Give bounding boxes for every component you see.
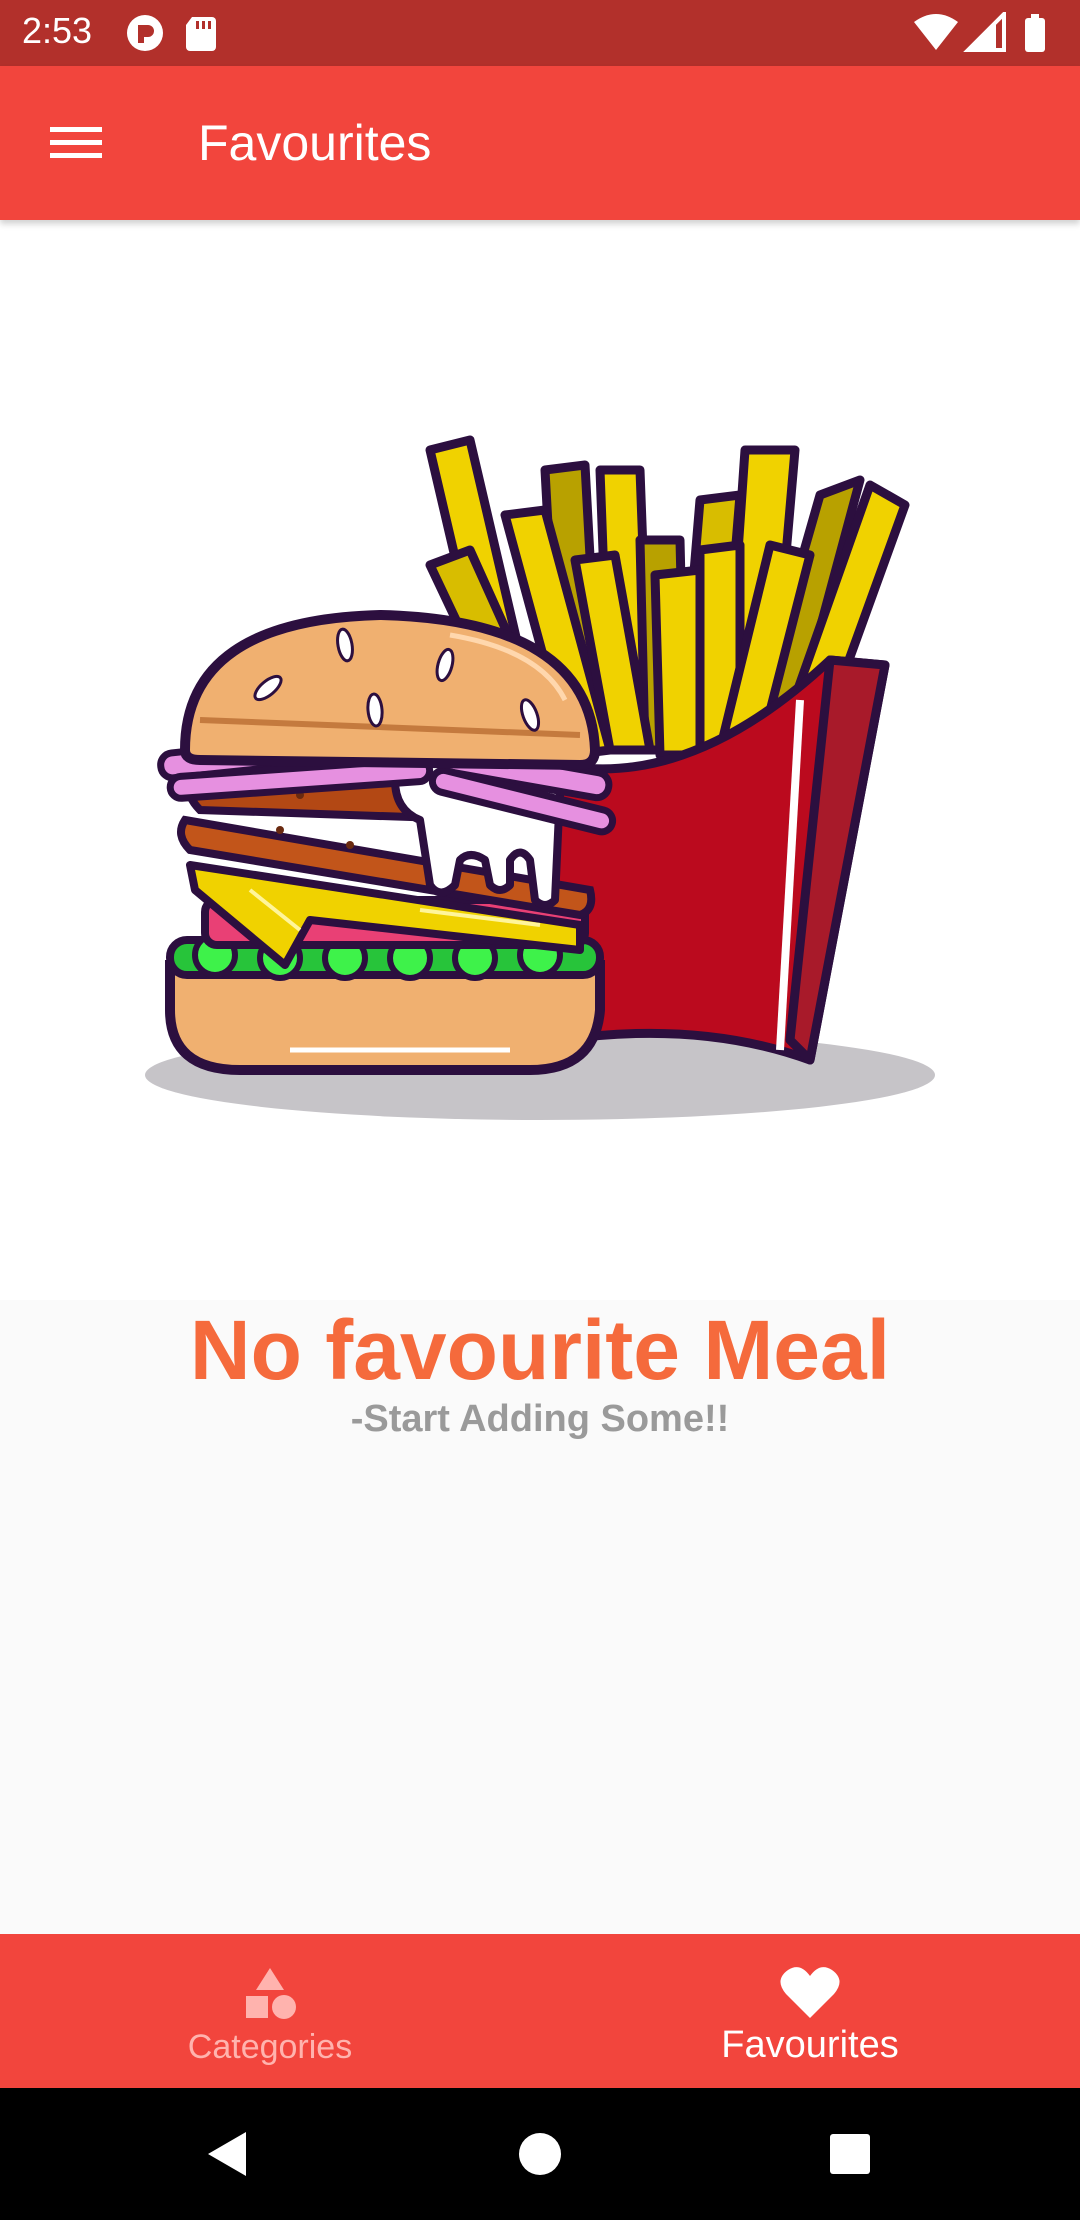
back-icon[interactable]	[204, 2130, 250, 2178]
heart-icon	[780, 1967, 840, 2018]
recents-icon[interactable]	[828, 2130, 872, 2178]
page-title: Favourites	[198, 115, 432, 171]
nav-item-favourites[interactable]: Favourites	[540, 1934, 1080, 2088]
notification-icon	[127, 15, 163, 51]
status-time: 2:53	[22, 10, 93, 51]
status-left-icons	[127, 15, 216, 51]
nav-label-categories: Categories	[187, 2028, 353, 2066]
app-bar: Favourites	[0, 66, 1080, 220]
system-navigation-bar	[0, 2088, 1080, 2220]
categories-icon	[246, 1968, 296, 2019]
empty-state-illustration-area	[0, 220, 1080, 1300]
empty-state-subtitle: -Start Adding Some!!	[350, 1398, 730, 1440]
menu-icon	[50, 127, 102, 158]
burger-and-fries-illustration	[145, 435, 935, 1120]
wifi-icon	[914, 14, 958, 50]
bottom-navigation: Categories Favourites	[0, 1934, 1080, 2088]
home-icon[interactable]	[518, 2130, 562, 2178]
sd-card-icon	[186, 17, 216, 51]
battery-icon	[1025, 14, 1045, 52]
status-right-icons	[914, 12, 1045, 52]
status-bar: 2:53	[0, 0, 1080, 66]
empty-state-title: No favourite Meal	[189, 1303, 891, 1397]
menu-button[interactable]	[36, 110, 116, 176]
nav-item-categories[interactable]: Categories	[0, 1934, 540, 2088]
nav-label-favourites: Favourites	[721, 2024, 899, 2066]
